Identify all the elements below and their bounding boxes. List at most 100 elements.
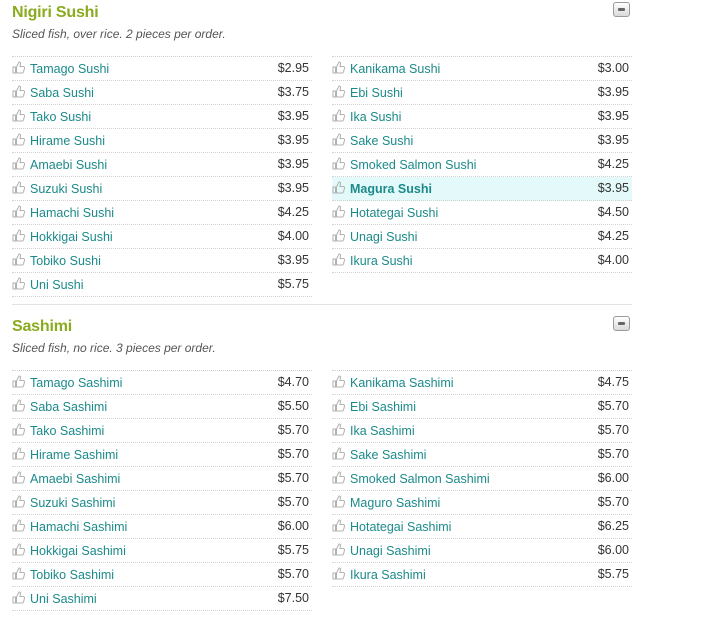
menu-item[interactable]: Sake Sashimi $5.70 bbox=[332, 443, 632, 467]
thumbs-up-icon[interactable] bbox=[12, 399, 26, 413]
thumbs-up-icon[interactable] bbox=[12, 157, 26, 171]
menu-item[interactable]: Tamago Sushi $2.95 bbox=[12, 57, 312, 81]
thumbs-up-icon[interactable] bbox=[332, 253, 346, 267]
thumbs-up-icon[interactable] bbox=[332, 181, 346, 195]
thumbs-up-icon[interactable] bbox=[332, 543, 346, 557]
thumbs-up-icon[interactable] bbox=[332, 495, 346, 509]
menu-item[interactable]: Hotategai Sashimi $6.25 bbox=[332, 515, 632, 539]
thumbs-up-icon[interactable] bbox=[332, 133, 346, 147]
menu-item-name[interactable]: Ebi Sashimi bbox=[350, 400, 416, 414]
menu-item[interactable]: Uni Sushi $5.75 bbox=[12, 273, 312, 297]
thumbs-up-icon[interactable] bbox=[12, 471, 26, 485]
menu-item-name[interactable]: Tobiko Sushi bbox=[30, 254, 101, 268]
thumbs-up-icon[interactable] bbox=[12, 253, 26, 267]
menu-item-name[interactable]: Tamago Sushi bbox=[30, 62, 109, 76]
thumbs-up-icon[interactable] bbox=[12, 375, 26, 389]
thumbs-up-icon[interactable] bbox=[332, 157, 346, 171]
thumbs-up-icon[interactable] bbox=[12, 133, 26, 147]
menu-item-name[interactable]: Suzuki Sashimi bbox=[30, 496, 115, 510]
menu-item-name[interactable]: Uni Sushi bbox=[30, 278, 84, 292]
menu-item-name[interactable]: Hamachi Sashimi bbox=[30, 520, 127, 534]
menu-item[interactable]: Magura Sushi $3.95 bbox=[332, 177, 632, 201]
menu-item[interactable]: Hamachi Sushi $4.25 bbox=[12, 201, 312, 225]
menu-item[interactable]: Tako Sashimi $5.70 bbox=[12, 419, 312, 443]
menu-item[interactable]: Ika Sushi $3.95 bbox=[332, 105, 632, 129]
thumbs-up-icon[interactable] bbox=[12, 567, 26, 581]
menu-item-name[interactable]: Ikura Sashimi bbox=[350, 568, 426, 582]
menu-item-name[interactable]: Tako Sushi bbox=[30, 110, 91, 124]
thumbs-up-icon[interactable] bbox=[332, 471, 346, 485]
menu-item[interactable]: Unagi Sushi $4.25 bbox=[332, 225, 632, 249]
menu-item[interactable]: Hamachi Sashimi $6.00 bbox=[12, 515, 312, 539]
menu-item-name[interactable]: Ebi Sushi bbox=[350, 86, 403, 100]
menu-item-name[interactable]: Maguro Sashimi bbox=[350, 496, 440, 510]
menu-item[interactable]: Hotategai Sushi $4.50 bbox=[332, 201, 632, 225]
thumbs-up-icon[interactable] bbox=[332, 205, 346, 219]
thumbs-up-icon[interactable] bbox=[12, 447, 26, 461]
menu-item-name[interactable]: Hirame Sashimi bbox=[30, 448, 118, 462]
menu-item-name[interactable]: Sake Sashimi bbox=[350, 448, 426, 462]
thumbs-up-icon[interactable] bbox=[12, 519, 26, 533]
menu-item-name[interactable]: Hokkigai Sashimi bbox=[30, 544, 126, 558]
menu-item-name[interactable]: Unagi Sashimi bbox=[350, 544, 431, 558]
menu-item[interactable]: Maguro Sashimi $5.70 bbox=[332, 491, 632, 515]
menu-item[interactable]: Hokkigai Sashimi $5.75 bbox=[12, 539, 312, 563]
menu-item[interactable]: Saba Sushi $3.75 bbox=[12, 81, 312, 105]
thumbs-up-icon[interactable] bbox=[12, 423, 26, 437]
menu-item-name[interactable]: Sake Sushi bbox=[350, 134, 413, 148]
menu-item[interactable]: Saba Sashimi $5.50 bbox=[12, 395, 312, 419]
thumbs-up-icon[interactable] bbox=[332, 85, 346, 99]
thumbs-up-icon[interactable] bbox=[332, 229, 346, 243]
menu-item[interactable]: Ikura Sashimi $5.75 bbox=[332, 563, 632, 587]
menu-item-name[interactable]: Smoked Salmon Sushi bbox=[350, 158, 476, 172]
menu-item[interactable]: Smoked Salmon Sashimi $6.00 bbox=[332, 467, 632, 491]
menu-item[interactable]: Tako Sushi $3.95 bbox=[12, 105, 312, 129]
menu-item-name[interactable]: Uni Sashimi bbox=[30, 592, 97, 606]
menu-item-name[interactable]: Tamago Sashimi bbox=[30, 376, 122, 390]
thumbs-up-icon[interactable] bbox=[12, 181, 26, 195]
thumbs-up-icon[interactable] bbox=[12, 277, 26, 291]
menu-item-name[interactable]: Magura Sushi bbox=[350, 182, 432, 196]
thumbs-up-icon[interactable] bbox=[12, 591, 26, 605]
menu-item-name[interactable]: Hotategai Sushi bbox=[350, 206, 438, 220]
menu-item-name[interactable]: Hamachi Sushi bbox=[30, 206, 114, 220]
thumbs-up-icon[interactable] bbox=[332, 399, 346, 413]
thumbs-up-icon[interactable] bbox=[12, 229, 26, 243]
menu-item[interactable]: Hirame Sashimi $5.70 bbox=[12, 443, 312, 467]
menu-item-name[interactable]: Saba Sushi bbox=[30, 86, 94, 100]
thumbs-up-icon[interactable] bbox=[332, 423, 346, 437]
thumbs-up-icon[interactable] bbox=[332, 567, 346, 581]
collapse-button[interactable] bbox=[613, 2, 630, 17]
thumbs-up-icon[interactable] bbox=[12, 205, 26, 219]
menu-item-name[interactable]: Unagi Sushi bbox=[350, 230, 417, 244]
menu-item-name[interactable]: Kanikama Sushi bbox=[350, 62, 440, 76]
menu-item[interactable]: Suzuki Sushi $3.95 bbox=[12, 177, 312, 201]
menu-item[interactable]: Hokkigai Sushi $4.00 bbox=[12, 225, 312, 249]
menu-item[interactable]: Tobiko Sashimi $5.70 bbox=[12, 563, 312, 587]
menu-item-name[interactable]: Hirame Sushi bbox=[30, 134, 105, 148]
thumbs-up-icon[interactable] bbox=[12, 495, 26, 509]
menu-item-name[interactable]: Hotategai Sashimi bbox=[350, 520, 451, 534]
thumbs-up-icon[interactable] bbox=[12, 109, 26, 123]
menu-item-name[interactable]: Kanikama Sashimi bbox=[350, 376, 454, 390]
collapse-button[interactable] bbox=[613, 316, 630, 331]
thumbs-up-icon[interactable] bbox=[332, 61, 346, 75]
menu-item[interactable]: Unagi Sashimi $6.00 bbox=[332, 539, 632, 563]
menu-item-name[interactable]: Ikura Sushi bbox=[350, 254, 413, 268]
menu-item[interactable]: Suzuki Sashimi $5.70 bbox=[12, 491, 312, 515]
menu-item[interactable]: Kanikama Sashimi $4.75 bbox=[332, 371, 632, 395]
menu-item[interactable]: Ika Sashimi $5.70 bbox=[332, 419, 632, 443]
menu-item[interactable]: Smoked Salmon Sushi $4.25 bbox=[332, 153, 632, 177]
menu-item-name[interactable]: Hokkigai Sushi bbox=[30, 230, 113, 244]
menu-item[interactable]: Amaebi Sushi $3.95 bbox=[12, 153, 312, 177]
menu-item[interactable]: Kanikama Sushi $3.00 bbox=[332, 57, 632, 81]
thumbs-up-icon[interactable] bbox=[332, 519, 346, 533]
thumbs-up-icon[interactable] bbox=[12, 85, 26, 99]
menu-item[interactable]: Amaebi Sashimi $5.70 bbox=[12, 467, 312, 491]
menu-item[interactable]: Tobiko Sushi $3.95 bbox=[12, 249, 312, 273]
menu-item-name[interactable]: Saba Sashimi bbox=[30, 400, 107, 414]
menu-item[interactable]: Uni Sashimi $7.50 bbox=[12, 587, 312, 611]
menu-item-name[interactable]: Amaebi Sushi bbox=[30, 158, 107, 172]
menu-item[interactable]: Hirame Sushi $3.95 bbox=[12, 129, 312, 153]
thumbs-up-icon[interactable] bbox=[332, 447, 346, 461]
